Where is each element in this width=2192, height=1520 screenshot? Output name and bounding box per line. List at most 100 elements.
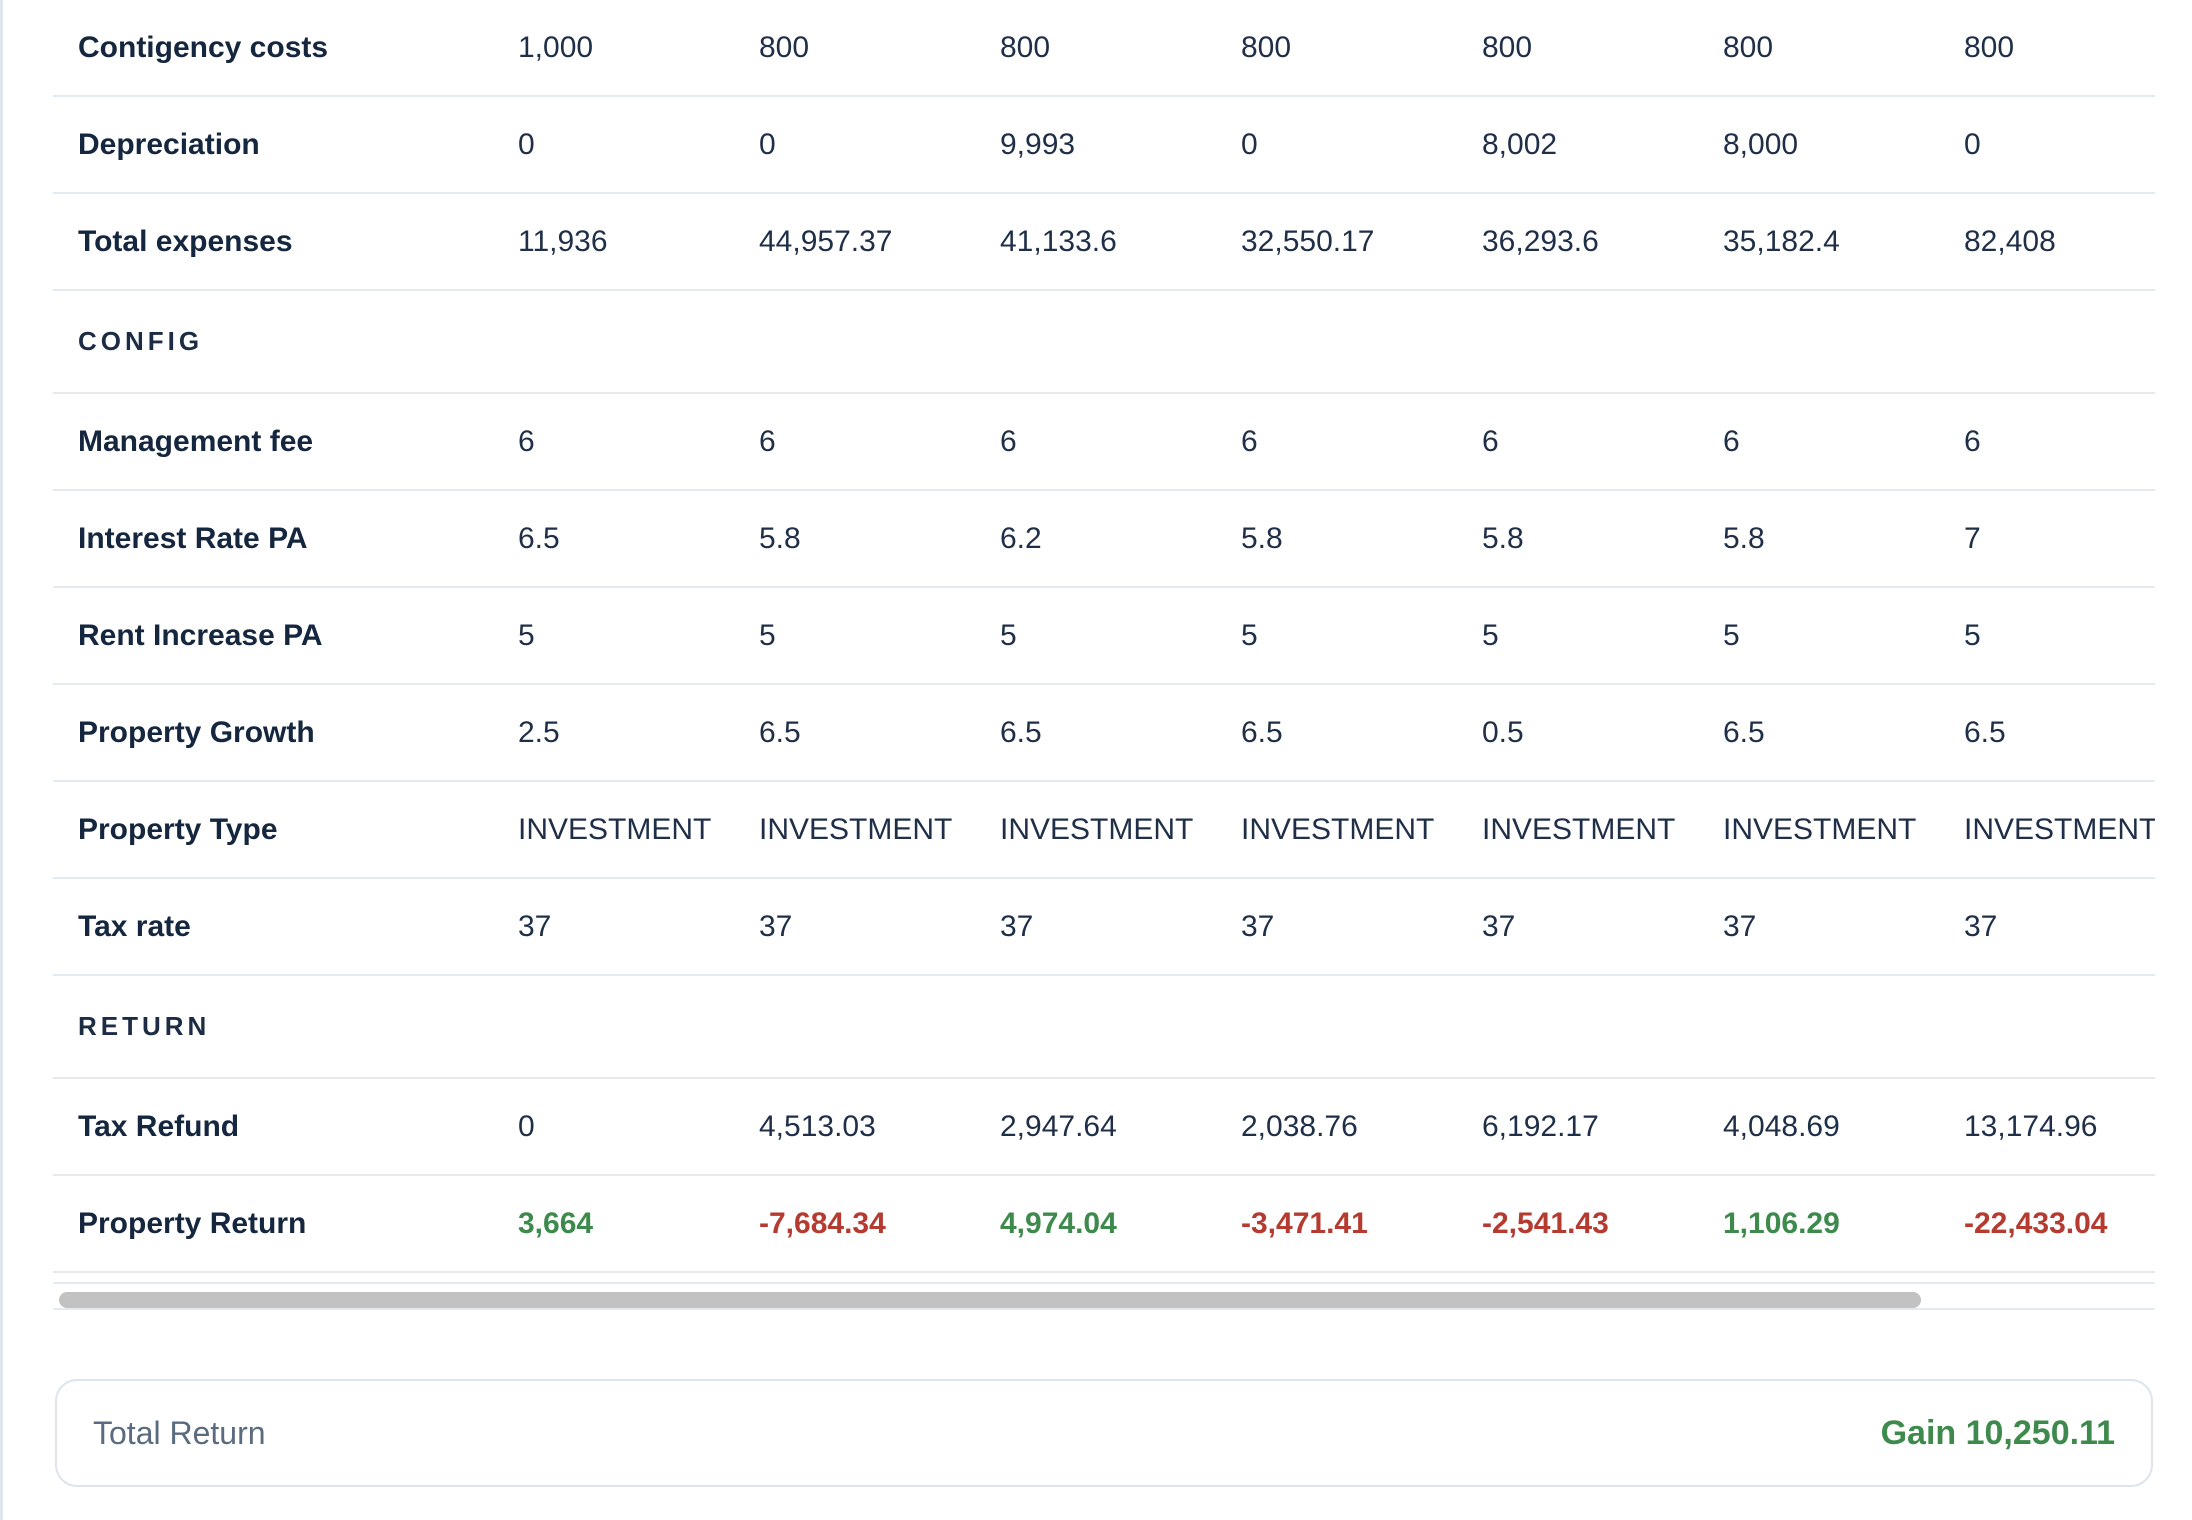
- table-cell: 6: [1723, 424, 1740, 458]
- table-cell: 37: [1964, 909, 1998, 943]
- table-cell: 4,513.03: [759, 1109, 876, 1143]
- scrollbar-thumb[interactable]: [59, 1292, 1921, 1308]
- table-cell: INVESTMENT: [1964, 812, 2155, 846]
- table-cell: 1,106.29: [1723, 1206, 1840, 1240]
- table-cell: 5: [759, 618, 776, 652]
- table-row: Tax Refund 0 4,513.03 2,947.64 2,038.76 6,192…: [53, 1079, 2155, 1176]
- total-return-card: Total Return Gain 10,250.11: [55, 1379, 2153, 1487]
- property-comparison-panel: Contigency costs 1,000 800 800 800 800 800 800 D…: [0, 0, 2192, 1520]
- table-cell: 800: [1241, 30, 1292, 64]
- table-cell: 0: [759, 127, 776, 161]
- row-label: Management fee: [78, 424, 314, 458]
- table-cell: 5.8: [1241, 521, 1283, 555]
- table-cell: 0: [518, 127, 535, 161]
- row-label: Interest Rate PA: [78, 521, 308, 555]
- table-cell: 44,957.37: [759, 224, 893, 258]
- table-cell: 7: [1964, 521, 1981, 555]
- table-cell: 5: [1964, 618, 1981, 652]
- table-cell: 5.8: [1482, 521, 1524, 555]
- table-cell: 32,550.17: [1241, 224, 1375, 258]
- table-row: Rent Increase PA 5 5 5 5 5 5 5: [53, 588, 2155, 685]
- table-cell: 800: [1000, 30, 1051, 64]
- row-label: Property Return: [78, 1206, 307, 1240]
- row-label: Contigency costs: [78, 30, 329, 64]
- section-header-row: CONFIG: [53, 291, 2155, 394]
- table-cell: 6.5: [759, 715, 801, 749]
- table-cell: 6.2: [1000, 521, 1042, 555]
- table-cell: 37: [1241, 909, 1275, 943]
- table-cell: 6.5: [1964, 715, 2006, 749]
- table-cell: INVESTMENT: [518, 812, 712, 846]
- table-cell: 11,936: [518, 224, 608, 258]
- row-label: Tax rate: [78, 909, 191, 943]
- table-row: Interest Rate PA 6.5 5.8 6.2 5.8 5.8 5.8 7: [53, 491, 2155, 588]
- table-cell: 8,002: [1482, 127, 1558, 161]
- table-cell: 37: [759, 909, 793, 943]
- row-label: Depreciation: [78, 127, 260, 161]
- section-heading: RETURN: [78, 1011, 211, 1041]
- table-row: Tax rate 37 37 37 37 37 37 37: [53, 879, 2155, 976]
- row-label: Tax Refund: [78, 1109, 240, 1143]
- table-cell: 0: [1964, 127, 1981, 161]
- table-cell: 3,664: [518, 1206, 594, 1240]
- table-cell: INVESTMENT: [1241, 812, 1435, 846]
- table-cell: 5.8: [1723, 521, 1765, 555]
- table-cell: 800: [759, 30, 810, 64]
- table-cell: 13,174.96: [1964, 1109, 2098, 1143]
- table-cell: -7,684.34: [759, 1206, 886, 1240]
- table-cell: INVESTMENT: [1000, 812, 1194, 846]
- table-row: Property Type INVESTMENT INVESTMENT INVESTM…: [53, 782, 2155, 879]
- table-cell: 800: [1482, 30, 1533, 64]
- table-cell: 800: [1723, 30, 1774, 64]
- table-cell: 6: [1241, 424, 1258, 458]
- table-cell: 6.5: [1000, 715, 1042, 749]
- table-cell: 35,182.4: [1723, 224, 1840, 258]
- table-cell: 36,293.6: [1482, 224, 1599, 258]
- total-return-value: Gain 10,250.11: [1880, 1413, 2115, 1452]
- table-body: Contigency costs 1,000 800 800 800 800 800 800 D…: [53, 0, 2155, 1273]
- table-cell: INVESTMENT: [1723, 812, 1917, 846]
- horizontal-scrollbar[interactable]: [53, 1282, 2155, 1310]
- comparison-table[interactable]: Contigency costs 1,000 800 800 800 800 800 800 D…: [53, 0, 2155, 1305]
- table-row: Depreciation 0 0 9,993 0 8,002 8,000 0: [53, 97, 2155, 194]
- table-cell: INVESTMENT: [759, 812, 953, 846]
- table-cell: 0.5: [1482, 715, 1524, 749]
- row-label: Total expenses: [78, 224, 293, 258]
- table-cell: 8,000: [1723, 127, 1799, 161]
- table-cell: 6: [1000, 424, 1017, 458]
- table-cell: 82,408: [1964, 224, 2056, 258]
- table-row: Property Growth 2.5 6.5 6.5 6.5 0.5 6.5 6.5: [53, 685, 2155, 782]
- table-cell: 5: [1482, 618, 1499, 652]
- table-cell: 6.5: [1723, 715, 1765, 749]
- table-cell: 4,048.69: [1723, 1109, 1840, 1143]
- table-cell: 1,000: [518, 30, 594, 64]
- table-row: Contigency costs 1,000 800 800 800 800 800 800: [53, 0, 2155, 97]
- table-cell: 5.8: [759, 521, 801, 555]
- table-cell: 0: [1241, 127, 1258, 161]
- table-row: Management fee 6 6 6 6 6 6 6: [53, 394, 2155, 491]
- table-cell: 37: [1723, 909, 1757, 943]
- total-return-label: Total Return: [93, 1414, 266, 1451]
- table-cell: -3,471.41: [1241, 1206, 1368, 1240]
- table-cell: 5: [518, 618, 535, 652]
- table-cell: 5: [1241, 618, 1258, 652]
- table-cell: -22,433.04: [1964, 1206, 2108, 1240]
- table-cell: -2,541.43: [1482, 1206, 1609, 1240]
- table-cell: 6.5: [518, 521, 560, 555]
- table-cell: 6: [1964, 424, 1981, 458]
- table-cell: 0: [518, 1109, 535, 1143]
- table-cell: 6.5: [1241, 715, 1283, 749]
- table-cell: 6: [759, 424, 776, 458]
- section-header-row: RETURN: [53, 976, 2155, 1079]
- row-label: Property Type: [78, 812, 278, 846]
- table-cell: INVESTMENT: [1482, 812, 1676, 846]
- table-cell: 800: [1964, 30, 2015, 64]
- table-cell: 37: [1000, 909, 1034, 943]
- table-cell: 6: [1482, 424, 1499, 458]
- table-cell: 41,133.6: [1000, 224, 1117, 258]
- table-row: Total expenses 11,936 44,957.37 41,133.6 32,…: [53, 194, 2155, 291]
- table-row: Property Return 3,664 -7,684.34 4,974.04 -3,…: [53, 1176, 2155, 1273]
- table-cell: 4,974.04: [1000, 1206, 1117, 1240]
- table-cell: 2.5: [518, 715, 560, 749]
- row-label: Rent Increase PA: [78, 618, 323, 652]
